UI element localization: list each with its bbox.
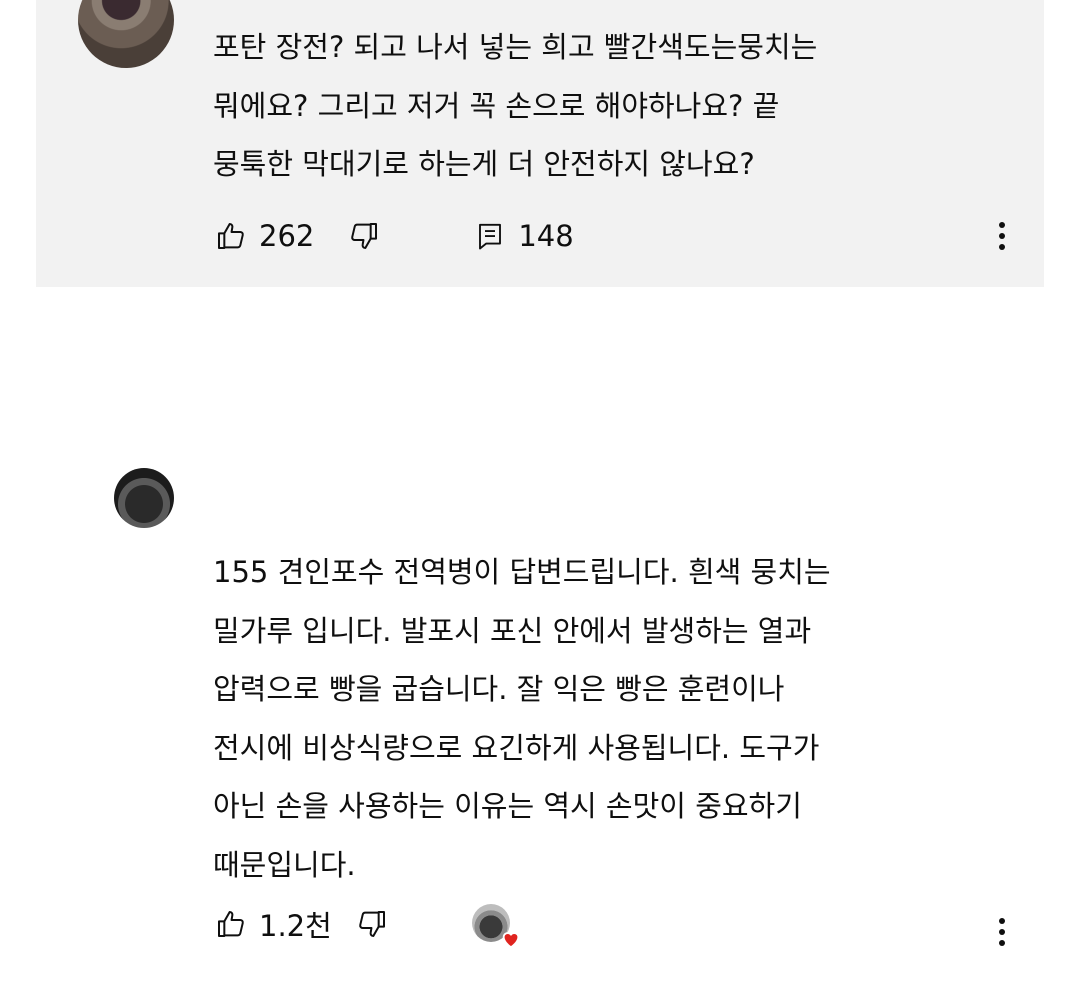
comment-icon[interactable] <box>472 218 508 254</box>
thumbs-down-icon[interactable] <box>346 218 382 254</box>
like-group: 1.2천 <box>213 903 332 945</box>
commenter-avatar[interactable] <box>78 0 174 68</box>
comment-text: 포탄 장전? 되고 나서 넣는 희고 빨간색도는뭉치는 뭐에요? 그리고 저거 … <box>213 18 817 194</box>
comment-card-highlighted: 포탄 장전? 되고 나서 넣는 희고 빨간색도는뭉치는 뭐에요? 그리고 저거 … <box>36 0 1044 287</box>
like-count: 1.2천 <box>259 909 332 943</box>
more-vert-icon[interactable] <box>990 910 1014 954</box>
comment-action-bar: 1.2천 <box>213 903 520 949</box>
comment-line: 압력으로 빵을 굽습니다. 잘 익은 빵은 훈련이나 <box>213 672 785 706</box>
comment-line: 밀가루 입니다. 발포시 포신 안에서 발생하는 열과 <box>213 613 812 648</box>
comment-line: 뭐에요? 그리고 저거 꼭 손으로 해야하나요? 끝 <box>213 88 780 123</box>
comment-line: 포탄 장전? 되고 나서 넣는 희고 빨간색도는뭉치는 <box>213 30 818 64</box>
comments-page: 포탄 장전? 되고 나서 넣는 희고 빨간색도는뭉치는 뭐에요? 그리고 저거 … <box>0 0 1080 995</box>
thumbs-up-icon[interactable] <box>213 218 249 254</box>
comment-line: 155 견인포수 전역병이 답변드립니다. 흰색 뭉치는 <box>213 555 831 589</box>
creator-heart-badge <box>471 904 520 949</box>
comment-line: 뭉툭한 막대기로 하는게 더 안전하지 않나요? <box>213 147 755 181</box>
comment-line: 아닌 손을 사용하는 이유는 역시 손맛이 중요하기 <box>213 789 802 823</box>
reply-group[interactable]: 148 <box>472 218 574 254</box>
like-count: 262 <box>259 219 315 253</box>
heart-icon <box>502 932 520 949</box>
comment-action-bar: 262 148 <box>213 216 574 256</box>
thumbs-down-icon[interactable] <box>354 906 390 942</box>
more-vert-icon[interactable] <box>990 214 1014 258</box>
like-group: 262 <box>213 218 314 254</box>
thumbs-up-icon[interactable] <box>213 906 249 942</box>
comment-line: 때문입니다. <box>213 847 356 882</box>
commenter-avatar[interactable] <box>114 468 174 528</box>
comment-text: 155 견인포수 전역병이 답변드립니다. 흰색 뭉치는 밀가루 입니다. 발포… <box>213 543 831 894</box>
reply-count: 148 <box>518 219 574 253</box>
comment-line: 전시에 비상식량으로 요긴하게 사용됩니다. 도구가 <box>213 730 820 765</box>
comment-card: 155 견인포수 전역병이 답변드립니다. 흰색 뭉치는 밀가루 입니다. 발포… <box>36 468 1044 960</box>
